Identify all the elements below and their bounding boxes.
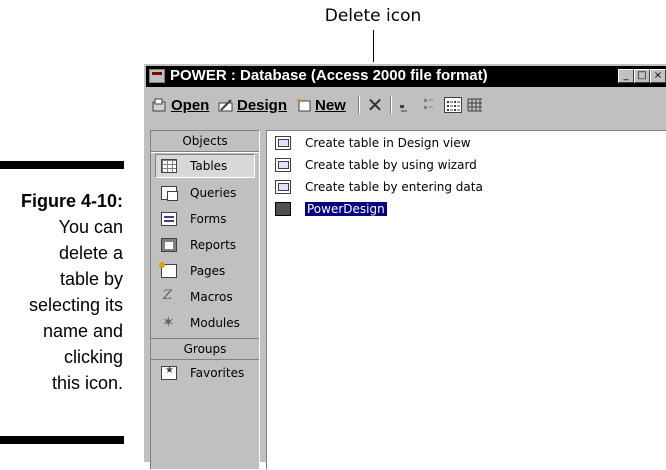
figure-bottom-bar	[0, 436, 124, 444]
macro-icon	[161, 288, 177, 304]
wizard-icon	[275, 180, 291, 194]
toolbar: Open Design New ✕	[146, 92, 666, 118]
title-bar[interactable]: POWER : Database (Access 2000 file forma…	[146, 66, 666, 87]
caption-line: delete a	[58, 243, 123, 263]
query-icon	[161, 186, 178, 201]
groups-header[interactable]: Groups	[151, 338, 259, 360]
list-item-label: Create table by using wizard	[305, 158, 477, 172]
open-icon	[152, 98, 168, 112]
new-button[interactable]: New	[296, 94, 346, 116]
sidebar-item-macros[interactable]: Macros	[151, 284, 259, 310]
sidebar-item-label: Reports	[190, 238, 237, 252]
sidebar-item-queries[interactable]: Queries	[151, 180, 259, 206]
caption-line: this icon.	[51, 373, 123, 393]
page-icon	[159, 262, 177, 278]
design-button[interactable]: Design	[218, 94, 287, 116]
toolbar-separator	[358, 96, 360, 114]
figure-number: Figure 4-10:	[20, 191, 123, 211]
table-icon	[275, 202, 291, 216]
caption-line: You can	[58, 217, 123, 237]
object-list: Create table in Design view Create table…	[266, 130, 666, 470]
callout-label: Delete icon	[324, 6, 422, 26]
minimize-button[interactable]: _	[618, 69, 634, 83]
module-icon	[161, 313, 177, 331]
list-item-label: PowerDesign	[304, 201, 388, 217]
list-item[interactable]: Create table in Design view	[275, 133, 471, 153]
sidebar-item-reports[interactable]: Reports	[151, 232, 259, 258]
sidebar-item-label: Queries	[190, 186, 237, 200]
wizard-icon	[275, 136, 291, 150]
design-icon	[218, 98, 234, 112]
objects-header[interactable]: Objects	[151, 131, 259, 152]
sidebar-item-forms[interactable]: Forms	[151, 206, 259, 232]
sidebar-item-label: Forms	[190, 212, 227, 226]
sidebar-item-label: Tables	[190, 159, 228, 173]
sidebar-item-modules[interactable]: Modules	[151, 310, 259, 336]
sidebar-item-favorites[interactable]: Favorites	[151, 360, 259, 386]
list-view-icon[interactable]	[444, 97, 462, 113]
sidebar-item-tables[interactable]: Tables	[155, 154, 255, 178]
delete-button[interactable]: ✕	[365, 94, 385, 116]
database-icon[interactable]	[149, 69, 165, 83]
details-view-icon[interactable]	[466, 97, 484, 113]
wizard-icon	[275, 158, 291, 172]
sidebar-item-pages[interactable]: Pages	[151, 258, 259, 284]
sidebar-item-label: Modules	[190, 316, 240, 330]
design-label: Design	[237, 96, 288, 114]
close-button[interactable]: ×	[650, 69, 666, 83]
small-icons-view-icon[interactable]	[422, 97, 440, 113]
list-item-label: Create table in Design view	[305, 136, 471, 150]
list-item-label: Create table by entering data	[305, 180, 483, 194]
new-icon	[296, 98, 312, 112]
sidebar-item-label: Macros	[190, 290, 233, 304]
report-icon	[161, 238, 177, 252]
window-title: POWER : Database (Access 2000 file forma…	[170, 67, 488, 84]
sidebar-item-label: Favorites	[190, 366, 245, 380]
objects-bar: Objects Tables Queries Forms Reports Pag…	[150, 130, 260, 470]
caption-line: table by	[59, 269, 123, 289]
favorites-icon	[161, 365, 177, 380]
open-button[interactable]: Open	[152, 94, 209, 116]
caption-line: clicking	[63, 347, 123, 367]
new-label: New	[315, 96, 346, 114]
caption-line: selecting its	[28, 295, 123, 315]
list-item[interactable]: Create table by using wizard	[275, 155, 477, 175]
figure-caption: Figure 4-10: You can delete a table by s…	[0, 188, 123, 396]
database-window: POWER : Database (Access 2000 file forma…	[142, 62, 666, 470]
maximize-button[interactable]: □	[634, 69, 650, 83]
table-icon	[161, 159, 177, 173]
form-icon	[161, 212, 177, 226]
toolbar-separator	[390, 96, 392, 114]
list-item-powerdesign[interactable]: PowerDesign	[275, 199, 388, 219]
large-icons-view-icon[interactable]	[398, 97, 416, 113]
figure-top-bar	[0, 161, 124, 169]
caption-line: name and	[42, 321, 123, 341]
sidebar-item-label: Pages	[190, 264, 226, 278]
list-item[interactable]: Create table by entering data	[275, 177, 483, 197]
open-label: Open	[171, 96, 210, 114]
